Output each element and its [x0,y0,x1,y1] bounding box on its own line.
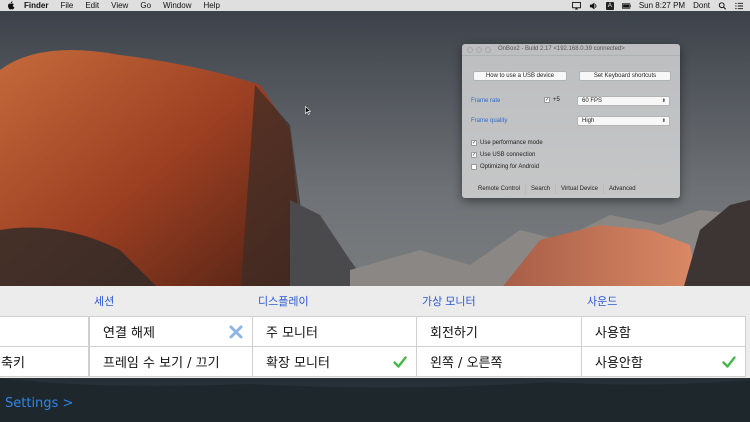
sound-off-label: 사용안함 [595,356,643,371]
frame-rate-select[interactable]: 60 FPS ⬍ [577,96,670,106]
chevron-updown-icon: ⬍ [661,98,666,104]
usb-connection-checkbox[interactable]: ✓ Use USB connection [471,152,535,158]
tab-advanced[interactable]: Advanced [604,184,641,194]
checkbox-box[interactable] [471,164,477,170]
frame-quality-value: High [582,118,595,124]
menu-file[interactable]: File [60,0,73,11]
window-titlebar[interactable]: OnBox2 - Build 2.17 <192.168.0.39 connec… [462,44,680,56]
apple-icon[interactable] [7,1,15,10]
menu-bar: Finder File Edit View Go Window Help A S… [0,0,750,11]
android-optimize-label: Optimizing for Android [480,164,540,170]
display-header: 디스플레이 [258,296,309,308]
input-source-icon[interactable]: A [605,1,614,10]
left-right-label: 왼쪽 / 오른쪽 [430,356,503,371]
menu-help[interactable]: Help [203,0,219,11]
menu-window[interactable]: Window [163,0,191,11]
tab-virtual-device[interactable]: Virtual Device [556,184,604,194]
sound-on-label: 사용함 [595,326,631,341]
settings-link[interactable]: Settings > [5,396,73,411]
main-monitor-item[interactable]: 주 모니터 [252,316,417,347]
menu-finder[interactable]: Finder [24,0,48,11]
airplay-icon[interactable] [571,1,581,10]
frame-rate-value: 60 FPS [582,98,603,104]
checkmark-icon [722,356,736,368]
rotate-label: 회전하기 [430,326,478,341]
sound-header: 사운드 [587,296,618,308]
checkmark-icon [393,356,407,368]
frame-rate-boost-checkbox[interactable]: ✓ +5 [544,97,560,103]
speaker-icon[interactable] [589,1,598,10]
chevron-updown-icon: ⬍ [661,118,666,124]
zoom-window-icon[interactable] [485,47,491,53]
checkbox-box[interactable]: ✓ [471,140,477,146]
minimize-window-icon[interactable] [476,47,482,53]
shortcut-keys-label: 축키 [1,356,25,371]
checkbox-box[interactable]: ✓ [471,152,477,158]
menubar-clock[interactable]: Sun 8:27 PM [639,1,685,10]
search-icon[interactable] [718,1,727,10]
frame-quality-select[interactable]: High ⬍ [577,116,670,126]
shortcut-keys-item[interactable]: 축키 [0,346,89,377]
tab-search[interactable]: Search [526,184,557,194]
window-title: OnBox2 - Build 2.17 <192.168.0.39 connec… [498,46,625,52]
performance-mode-checkbox[interactable]: ✓ Use performance mode [471,140,543,146]
keyboard-shortcuts-button[interactable]: Set Keyboard shortcuts [579,71,671,81]
tab-remote-control[interactable]: Remote Control [473,184,527,194]
menu-go[interactable]: Go [140,0,151,11]
menubar-user[interactable]: Dont [693,1,710,10]
notification-center-icon[interactable] [735,2,744,10]
shortcut-cell-top[interactable] [0,316,89,347]
menu-view[interactable]: View [111,0,128,11]
battery-icon[interactable] [621,2,631,10]
sound-off-item[interactable]: 사용안함 [581,346,746,377]
usb-connection-label: Use USB connection [480,152,536,158]
close-icon[interactable] [228,324,244,340]
menu-edit[interactable]: Edit [85,0,99,11]
checkbox-box[interactable]: ✓ [544,97,550,103]
frame-count-toggle-label: 프레임 수 보기 / 끄기 [103,356,220,371]
main-monitor-label: 주 모니터 [266,326,318,341]
sound-on-item[interactable]: 사용함 [581,316,746,347]
close-window-icon[interactable] [467,47,473,53]
extended-monitor-label: 확장 모니터 [266,356,330,371]
mouse-pointer-icon [305,106,311,115]
virtual-monitor-header: 가상 모니터 [422,296,476,308]
onbox-window: OnBox2 - Build 2.17 <192.168.0.39 connec… [462,44,680,198]
left-right-item[interactable]: 왼쪽 / 오른쪽 [416,346,582,377]
android-optimize-checkbox[interactable]: Optimizing for Android [471,164,539,170]
performance-mode-label: Use performance mode [480,140,543,146]
session-header: 세션 [94,296,115,308]
extended-monitor-item[interactable]: 확장 모니터 [252,346,417,377]
frame-rate-label: Frame rate [471,98,501,104]
frame-quality-label: Frame quality [471,118,508,124]
disconnect-item[interactable]: 연결 해제 [89,316,253,347]
rotate-item[interactable]: 회전하기 [416,316,582,347]
disconnect-label: 연결 해제 [103,326,155,341]
frame-rate-boost-label: +5 [553,97,560,103]
usb-help-button[interactable]: How to use a USB device [473,71,567,81]
window-tab-bar: Remote Control Search Virtual Device Adv… [473,184,641,194]
frame-count-toggle-item[interactable]: 프레임 수 보기 / 끄기 [89,346,253,377]
